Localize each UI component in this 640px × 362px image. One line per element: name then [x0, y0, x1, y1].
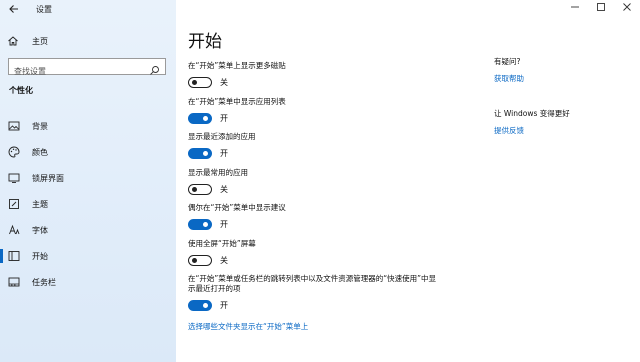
- search-icon[interactable]: [149, 61, 161, 75]
- sidebar: 设置 主页 个性化 背景: [0, 0, 176, 362]
- sidebar-item-themes[interactable]: 主题: [0, 191, 176, 217]
- maximize-button[interactable]: [594, 2, 608, 16]
- maximize-icon: [597, 3, 605, 11]
- toggle-state: 开: [220, 301, 228, 310]
- sidebar-item-label: 字体: [32, 225, 48, 235]
- close-icon: [623, 3, 631, 11]
- section-title: 个性化: [9, 86, 33, 95]
- toggle-switch[interactable]: [188, 300, 212, 311]
- sidebar-item-label: 开始: [32, 251, 48, 261]
- home-label: 主页: [32, 36, 48, 46]
- taskbar-icon: [7, 275, 21, 289]
- sidebar-item-label: 主题: [32, 199, 48, 209]
- toggle-switch[interactable]: [188, 255, 212, 266]
- toggle-state: 开: [220, 149, 228, 158]
- setting-label: 显示最常用的应用: [188, 168, 248, 177]
- sidebar-item-label: 颜色: [32, 147, 48, 157]
- setting-label: 在“开始”菜单上显示更多磁贴: [188, 61, 286, 70]
- setting-recent-items: 在“开始”菜单或任务栏的跳转列表中以及文件资源管理器的“快速使用”中显示最近打开…: [188, 274, 438, 311]
- sidebar-item-colors[interactable]: 颜色: [0, 139, 176, 165]
- toggle-state: 关: [220, 256, 228, 265]
- setting-fullscreen-start: 使用全屏“开始”屏幕 关: [188, 239, 488, 266]
- choose-folders-link[interactable]: 选择哪些文件夹显示在“开始”菜单上: [188, 321, 308, 332]
- sidebar-item-label: 背景: [32, 121, 48, 131]
- sidebar-item-label: 任务栏: [32, 277, 56, 287]
- palette-icon: [7, 145, 21, 159]
- sidebar-item-label: 锁屏界面: [32, 173, 64, 183]
- font-icon: [7, 223, 21, 237]
- search-input[interactable]: [9, 64, 144, 79]
- feedback-link[interactable]: 提供反馈: [494, 125, 624, 136]
- brush-icon: [7, 197, 21, 211]
- back-button[interactable]: [8, 3, 22, 17]
- setting-label: 在“开始”菜单或任务栏的跳转列表中以及文件资源管理器的“快速使用”中显示最近打开…: [188, 274, 437, 293]
- toggle-state: 关: [220, 78, 228, 87]
- image-icon: [7, 119, 21, 133]
- toggle-state: 开: [220, 220, 228, 229]
- start-icon: [7, 249, 21, 263]
- setting-app-list: 在“开始”菜单中显示应用列表 开: [188, 97, 488, 124]
- improve-heading: 让 Windows 变得更好: [494, 109, 570, 118]
- setting-recently-added: 显示最近添加的应用 开: [188, 132, 488, 159]
- title-bar: 设置: [0, 0, 176, 20]
- get-help-link[interactable]: 获取帮助: [494, 73, 624, 84]
- sidebar-item-background[interactable]: 背景: [0, 113, 176, 139]
- home-nav-item[interactable]: 主页: [6, 33, 166, 49]
- home-icon: [6, 34, 20, 48]
- sidebar-nav: 背景 颜色 锁屏界面 主题 字体 开始 任务栏: [0, 113, 176, 295]
- toggle-switch[interactable]: [188, 148, 212, 159]
- setting-more-tiles: 在“开始”菜单上显示更多磁贴 关: [188, 61, 488, 88]
- toggle-switch[interactable]: [188, 77, 212, 88]
- setting-label: 在“开始”菜单中显示应用列表: [188, 97, 286, 106]
- sidebar-item-lockscreen[interactable]: 锁屏界面: [0, 165, 176, 191]
- minimize-icon: [571, 6, 579, 8]
- sidebar-item-taskbar[interactable]: 任务栏: [0, 269, 176, 295]
- help-section: 有疑问? 获取帮助: [494, 56, 624, 84]
- app-title: 设置: [36, 5, 52, 14]
- search-box[interactable]: [8, 58, 166, 79]
- minimize-button[interactable]: [568, 2, 582, 16]
- toggle-switch[interactable]: [188, 113, 212, 124]
- toggle-state: 开: [220, 114, 228, 123]
- setting-label: 显示最近添加的应用: [188, 132, 256, 141]
- close-button[interactable]: [620, 2, 634, 16]
- setting-most-used: 显示最常用的应用 关: [188, 168, 488, 195]
- toggle-state: 关: [220, 185, 228, 194]
- setting-label: 偶尔在“开始”菜单中显示建议: [188, 203, 286, 212]
- sidebar-item-start[interactable]: 开始: [0, 243, 176, 269]
- monitor-icon: [7, 171, 21, 185]
- back-arrow-icon: [9, 5, 18, 13]
- feedback-section: 让 Windows 变得更好 提供反馈: [494, 108, 624, 136]
- page-title: 开始: [188, 32, 222, 52]
- question-heading: 有疑问?: [494, 57, 521, 66]
- toggle-switch[interactable]: [188, 219, 212, 230]
- sidebar-item-fonts[interactable]: 字体: [0, 217, 176, 243]
- setting-label: 使用全屏“开始”屏幕: [188, 239, 256, 248]
- setting-suggestions: 偶尔在“开始”菜单中显示建议 开: [188, 203, 488, 230]
- toggle-switch[interactable]: [188, 184, 212, 195]
